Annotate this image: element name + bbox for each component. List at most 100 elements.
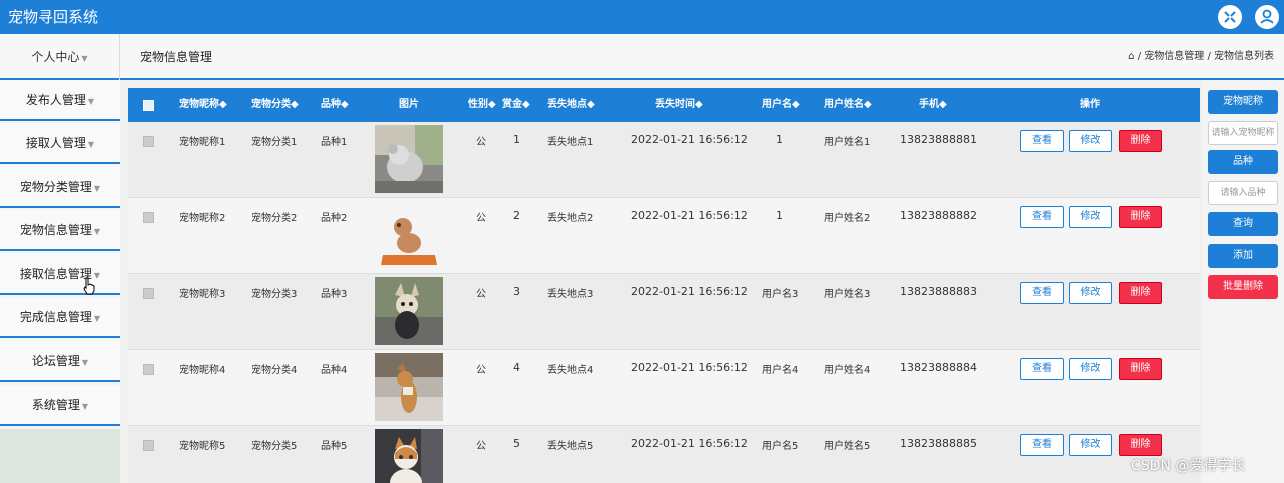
breed-search-input[interactable]: 请输入品种 xyxy=(1208,181,1278,205)
chevron-down-icon: ▼ xyxy=(81,358,89,367)
header-row: 个人中心 ▼ 宠物信息管理 ⌂ / 宠物信息管理 / 宠物信息列表 xyxy=(0,34,1284,80)
header-reward[interactable]: 赏金◆ xyxy=(502,88,530,122)
cell-reward: 4 xyxy=(513,361,520,374)
query-button[interactable]: 查询 xyxy=(1208,212,1278,236)
row-checkbox[interactable] xyxy=(143,364,154,375)
chevron-down-icon: ▼ xyxy=(87,140,95,149)
cell-username: 1 xyxy=(776,133,783,146)
row-checkbox[interactable] xyxy=(143,440,154,451)
delete-button[interactable]: 删除 xyxy=(1119,206,1162,228)
cell-location: 丢失地点4 xyxy=(547,365,594,376)
add-button[interactable]: 添加 xyxy=(1208,244,1278,268)
nickname-search-input[interactable]: 请输入宠物昵称 xyxy=(1208,121,1278,145)
sidebar-item-pickup-info[interactable]: 接取信息管理 ▼ xyxy=(0,254,120,295)
row-checkbox[interactable] xyxy=(143,212,154,223)
chevron-down-icon: ▼ xyxy=(93,227,101,236)
cell-gender: 公 xyxy=(476,289,486,300)
edit-button[interactable]: 修改 xyxy=(1069,358,1112,380)
sidebar-item-publisher[interactable]: 发布人管理 ▼ xyxy=(0,80,120,121)
cell-reward: 3 xyxy=(513,285,520,298)
header-location[interactable]: 丢失地点◆ xyxy=(547,88,595,122)
pet-image xyxy=(375,429,443,483)
sidebar-item-label: 系统管理 xyxy=(31,398,80,412)
cell-category: 宠物分类4 xyxy=(251,365,298,376)
header-phone[interactable]: 手机◆ xyxy=(919,88,947,122)
pet-image xyxy=(375,125,443,193)
cell-realname: 用户姓名5 xyxy=(824,441,871,452)
pet-image xyxy=(375,277,443,345)
edit-button[interactable]: 修改 xyxy=(1069,282,1112,304)
header-gender[interactable]: 性别◆ xyxy=(468,88,496,122)
cell-breed: 品种3 xyxy=(321,289,348,300)
chevron-down-icon: ▼ xyxy=(81,402,89,411)
cell-location: 丢失地点2 xyxy=(547,213,594,224)
cell-realname: 用户姓名2 xyxy=(824,213,871,224)
header-breed[interactable]: 品种◆ xyxy=(321,88,349,122)
cell-category: 宠物分类1 xyxy=(251,137,298,148)
cell-location: 丢失地点3 xyxy=(547,289,594,300)
row-checkbox[interactable] xyxy=(143,288,154,299)
cell-nickname: 宠物昵称4 xyxy=(179,365,226,376)
cell-username: 用户名4 xyxy=(762,365,799,376)
header-username[interactable]: 用户名◆ xyxy=(762,88,800,122)
view-button[interactable]: 查看 xyxy=(1020,282,1064,304)
sidebar-item-forum[interactable]: 论坛管理 ▼ xyxy=(0,341,120,382)
nickname-label: 宠物昵称 xyxy=(1208,90,1278,114)
cell-nickname: 宠物昵称5 xyxy=(179,441,226,452)
cell-breed: 品种1 xyxy=(321,137,348,148)
edit-button[interactable]: 修改 xyxy=(1069,206,1112,228)
view-button[interactable]: 查看 xyxy=(1020,206,1064,228)
cell-phone: 13823888882 xyxy=(900,209,977,222)
header-category[interactable]: 宠物分类◆ xyxy=(251,88,299,122)
watermark: CSDN @爱得学长 xyxy=(1131,458,1246,474)
cell-phone: 13823888883 xyxy=(900,285,977,298)
cell-time: 2022-01-21 16:56:12 xyxy=(631,361,748,374)
header-time[interactable]: 丢失时间◆ xyxy=(655,88,703,122)
view-button[interactable]: 查看 xyxy=(1020,434,1064,456)
breadcrumb-path[interactable]: / 宠物信息管理 / 宠物信息列表 xyxy=(1138,51,1274,62)
row-checkbox[interactable] xyxy=(143,136,154,147)
sidebar-item-completed-info[interactable]: 完成信息管理 ▼ xyxy=(0,297,120,338)
table-header: 宠物昵称◆ 宠物分类◆ 品种◆ 图片 性别◆ 赏金◆ 丢失地点◆ 丢失时间◆ 用… xyxy=(128,88,1200,122)
cell-realname: 用户姓名3 xyxy=(824,289,871,300)
cell-phone: 13823888884 xyxy=(900,361,977,374)
cell-category: 宠物分类5 xyxy=(251,441,298,452)
delete-button[interactable]: 删除 xyxy=(1119,358,1162,380)
cell-breed: 品种5 xyxy=(321,441,348,452)
select-all-checkbox[interactable] xyxy=(143,100,154,111)
expand-icon[interactable] xyxy=(1218,5,1242,29)
edit-button[interactable]: 修改 xyxy=(1069,130,1112,152)
sidebar-item-receiver[interactable]: 接取人管理 ▼ xyxy=(0,123,120,164)
sidebar-item-label: 完成信息管理 xyxy=(19,310,92,324)
delete-button[interactable]: 删除 xyxy=(1119,130,1162,152)
cell-time: 2022-01-21 16:56:12 xyxy=(631,285,748,298)
personal-center-menu[interactable]: 个人中心 ▼ xyxy=(0,34,120,80)
search-panel: 宠物昵称 请输入宠物昵称 品种 请输入品种 查询 添加 批量删除 xyxy=(1203,80,1284,483)
sidebar-item-system[interactable]: 系统管理 ▼ xyxy=(0,385,120,426)
header-image: 图片 xyxy=(399,99,419,110)
cell-realname: 用户姓名1 xyxy=(824,137,871,148)
header-realname[interactable]: 用户姓名◆ xyxy=(824,88,872,122)
cell-reward: 1 xyxy=(513,133,520,146)
sidebar-item-pet-category[interactable]: 宠物分类管理 ▼ xyxy=(0,167,120,208)
header-nickname[interactable]: 宠物昵称◆ xyxy=(179,88,227,122)
user-icon[interactable] xyxy=(1255,5,1279,29)
chevron-down-icon: ▼ xyxy=(81,54,88,63)
table-row: 宠物昵称2 宠物分类2 品种2 公 2 丢失地点2 2022-01-21 16:… xyxy=(128,198,1200,274)
cell-location: 丢失地点1 xyxy=(547,137,594,148)
home-icon[interactable]: ⌂ xyxy=(1128,51,1134,62)
sidebar-item-pet-info[interactable]: 宠物信息管理 ▼ xyxy=(0,210,120,251)
delete-button[interactable]: 删除 xyxy=(1119,282,1162,304)
cell-reward: 5 xyxy=(513,437,520,450)
delete-button[interactable]: 删除 xyxy=(1119,434,1162,456)
sidebar-bottom-area xyxy=(0,429,120,483)
batch-delete-button[interactable]: 批量删除 xyxy=(1208,275,1278,299)
cell-username: 1 xyxy=(776,209,783,222)
view-button[interactable]: 查看 xyxy=(1020,130,1064,152)
table-row: 宠物昵称1 宠物分类1 品种1 公 1 丢失地点1 2022-01-21 16:… xyxy=(128,122,1200,198)
cell-location: 丢失地点5 xyxy=(547,441,594,452)
cell-nickname: 宠物昵称1 xyxy=(179,137,226,148)
edit-button[interactable]: 修改 xyxy=(1069,434,1112,456)
app-title: 宠物寻回系统 xyxy=(8,8,99,26)
view-button[interactable]: 查看 xyxy=(1020,358,1064,380)
